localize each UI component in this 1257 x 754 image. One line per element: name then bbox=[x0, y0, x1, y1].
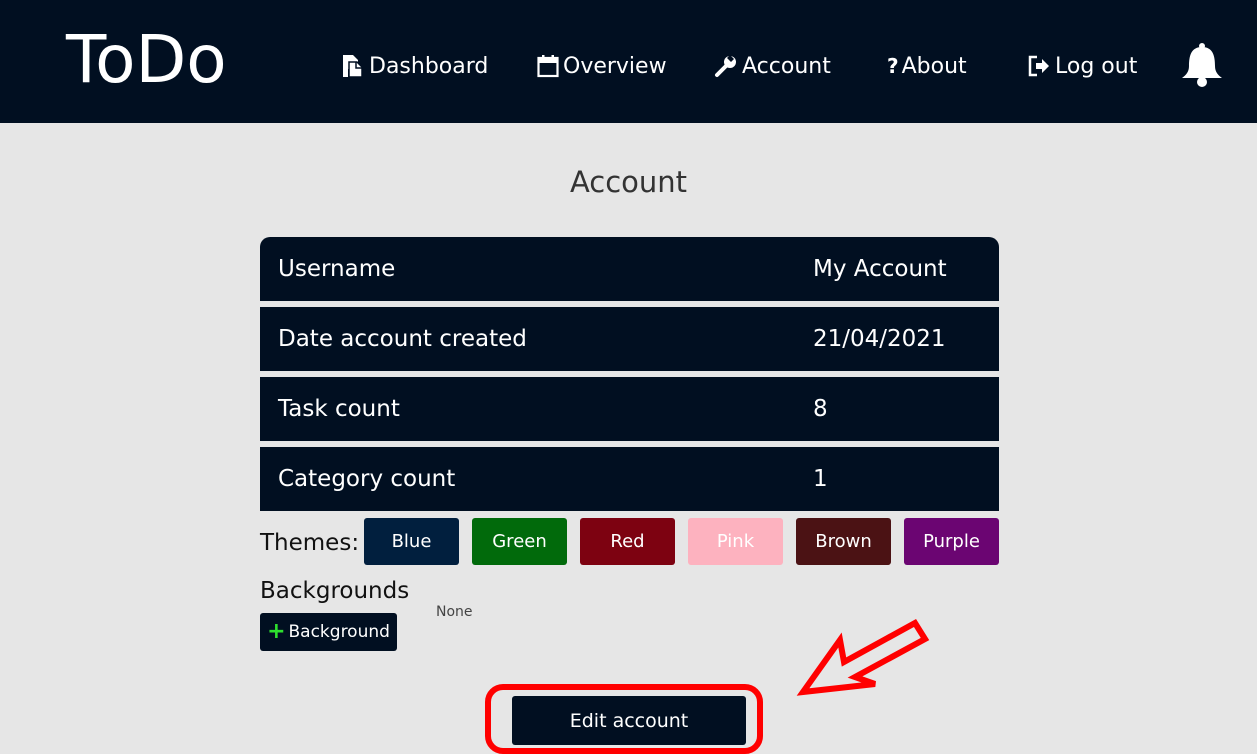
themes-label: Themes: bbox=[260, 530, 360, 556]
top-navbar: ToDo Dashboard Overview Account ? About … bbox=[0, 0, 1257, 123]
backgrounds-heading: Backgrounds bbox=[260, 578, 410, 604]
add-background-button[interactable]: + Background bbox=[260, 613, 397, 651]
nav-item-label: Overview bbox=[563, 53, 667, 79]
question-icon: ? bbox=[887, 54, 899, 78]
row-label: Username bbox=[278, 256, 396, 282]
nav-item-label: Log out bbox=[1055, 53, 1138, 79]
nav-item-overview[interactable]: Overview bbox=[537, 50, 667, 82]
nav-item-about[interactable]: ? About bbox=[887, 50, 967, 82]
theme-brown-button[interactable]: Brown bbox=[796, 518, 891, 565]
theme-purple-button[interactable]: Purple bbox=[904, 518, 999, 565]
plus-icon: + bbox=[267, 619, 286, 644]
theme-green-button[interactable]: Green bbox=[472, 518, 567, 565]
account-info-row: Category count 1 bbox=[260, 447, 999, 511]
annotation-arrow-icon bbox=[796, 619, 930, 696]
row-value: My Account bbox=[813, 256, 947, 282]
file-copy-icon bbox=[341, 54, 369, 78]
account-info-row: Task count 8 bbox=[260, 377, 999, 441]
nav-item-label: About bbox=[901, 53, 967, 79]
nav-item-label: Account bbox=[742, 53, 831, 79]
nav-item-label: Dashboard bbox=[369, 53, 489, 79]
row-value: 8 bbox=[813, 396, 828, 422]
annotation-highlight-box bbox=[485, 684, 763, 754]
theme-blue-button[interactable]: Blue bbox=[364, 518, 459, 565]
theme-red-button[interactable]: Red bbox=[580, 518, 675, 565]
account-info-row: Username My Account bbox=[260, 237, 999, 301]
logout-icon bbox=[1027, 54, 1055, 78]
row-value: 21/04/2021 bbox=[813, 326, 946, 352]
nav-item-account[interactable]: Account bbox=[714, 50, 831, 82]
theme-pink-button[interactable]: Pink bbox=[688, 518, 783, 565]
row-label: Category count bbox=[278, 466, 456, 492]
add-background-label: Background bbox=[288, 622, 390, 642]
account-info-row: Date account created 21/04/2021 bbox=[260, 307, 999, 371]
nav-item-dashboard[interactable]: Dashboard bbox=[341, 50, 488, 82]
row-label: Date account created bbox=[278, 326, 527, 352]
page-title: Account bbox=[569, 165, 688, 199]
backgrounds-empty-text: None bbox=[436, 604, 473, 620]
row-value: 1 bbox=[813, 466, 828, 492]
brand-logo[interactable]: ToDo bbox=[66, 22, 227, 98]
row-label: Task count bbox=[278, 396, 400, 422]
bell-icon[interactable] bbox=[1180, 42, 1224, 88]
nav-item-logout[interactable]: Log out bbox=[1027, 50, 1137, 82]
calendar-icon bbox=[537, 54, 563, 78]
wrench-icon bbox=[714, 54, 742, 78]
